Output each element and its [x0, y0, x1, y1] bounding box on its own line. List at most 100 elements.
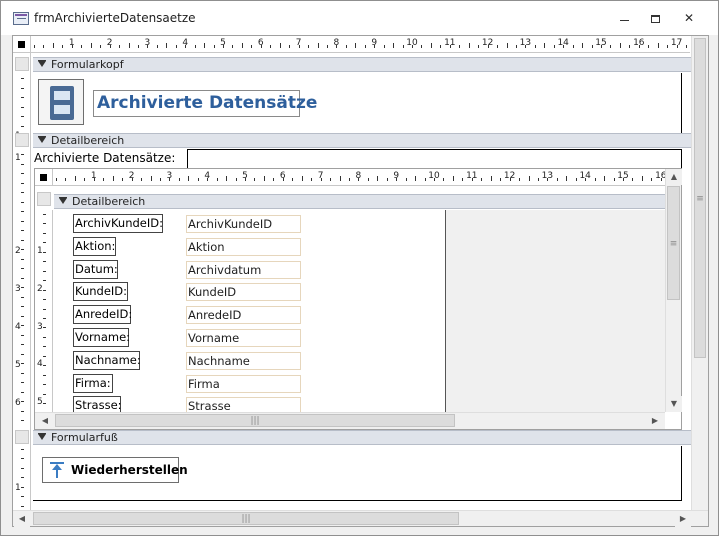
- ruler-number: 4: [182, 38, 189, 48]
- horizontal-ruler[interactable]: 1 2 3 4 5 6 7 8 9 10 11 12 13 14 15 16 17: [31, 36, 690, 53]
- ruler-tick: [490, 176, 492, 181]
- form-width-marker: [681, 73, 682, 133]
- window-title: frmArchivierteDatensaetze: [34, 11, 196, 25]
- subform-vertical-ruler[interactable]: 1 2 3 4 5: [35, 210, 53, 412]
- subform-label[interactable]: Archivierte Datensätze:: [34, 150, 175, 166]
- restore-button-label: Wiederherstellen: [71, 463, 188, 477]
- archive-cabinet-icon[interactable]: [38, 79, 84, 125]
- form-design-window: frmArchivierteDatensaetze ✕ 1 2 3 4 5 6 7 8 9 10 1…: [0, 0, 719, 536]
- field-label[interactable]: Datum:: [73, 259, 118, 279]
- ruler-tick: [515, 45, 517, 48]
- scroll-thumb[interactable]: ≡: [667, 186, 680, 300]
- ruler-number: 4: [37, 359, 43, 370]
- field-textbox[interactable]: Firma: [186, 374, 301, 393]
- ruler-tick: [326, 45, 328, 48]
- ruler-tick: [270, 45, 272, 48]
- minimize-icon: [619, 20, 629, 21]
- ruler-tick: [21, 182, 24, 184]
- section-bar-detailbereich[interactable]: Detailbereich: [33, 133, 692, 148]
- ruler-tick: [43, 242, 46, 244]
- section-bar-formularkopf[interactable]: Formularkopf: [33, 57, 692, 72]
- ruler-tick: [65, 178, 67, 181]
- title-bar[interactable]: frmArchivierteDatensaetze ✕: [1, 1, 718, 35]
- field-label[interactable]: KundeID:: [73, 282, 128, 302]
- subform-horizontal-scrollbar[interactable]: ◀ ||| ▶: [35, 412, 665, 429]
- field-textbox[interactable]: AnredeID: [186, 306, 301, 325]
- ruler-number: 6: [279, 171, 286, 181]
- close-button[interactable]: ✕: [675, 9, 703, 27]
- ruler-number: 11: [444, 38, 456, 48]
- scroll-up-button[interactable]: ▲: [666, 169, 682, 185]
- ruler-tick: [226, 176, 228, 181]
- restore-arrow-icon: [50, 462, 64, 478]
- close-icon: ✕: [683, 11, 695, 25]
- ruler-tick: [156, 45, 158, 48]
- ruler-tick: [443, 178, 445, 181]
- field-label[interactable]: ArchivKundeID:: [73, 214, 163, 233]
- minimize-button[interactable]: [610, 9, 638, 27]
- maximize-button[interactable]: [641, 9, 669, 27]
- header-section-selector[interactable]: [15, 57, 29, 71]
- ruler-tick: [273, 178, 275, 181]
- ruler-number: 1: [68, 38, 75, 48]
- subform-vertical-scrollbar[interactable]: ▲ ≡ ▼: [665, 169, 682, 412]
- ruler-tick: [21, 87, 24, 89]
- subform-selector[interactable]: [35, 169, 53, 186]
- field-textbox[interactable]: Nachname: [186, 351, 301, 370]
- field-textbox[interactable]: ArchivKundeID: [186, 215, 301, 233]
- ruler-tick: [279, 43, 281, 48]
- scroll-thumb[interactable]: |||: [55, 414, 455, 427]
- ruler-tick: [21, 306, 24, 307]
- subform-section-bar-detailbereich[interactable]: Detailbereich: [54, 194, 665, 209]
- field-textbox[interactable]: Archivdatum: [186, 260, 301, 279]
- ruler-tick: [629, 45, 631, 48]
- section-bar-formularfuss[interactable]: Formularfuß: [33, 430, 692, 445]
- form-title-label[interactable]: Archivierte Datensätze: [93, 90, 317, 117]
- scroll-left-button[interactable]: ◀: [37, 413, 53, 429]
- ruler-tick: [175, 45, 177, 48]
- collapse-arrow-icon: [38, 136, 47, 145]
- field-label[interactable]: Firma:: [73, 373, 113, 393]
- horizontal-scrollbar[interactable]: ◀ ||| ▶: [13, 510, 708, 527]
- scroll-right-button[interactable]: ▶: [675, 511, 691, 527]
- field-label[interactable]: Nachname:: [73, 350, 141, 370]
- ruler-tick: [43, 261, 46, 263]
- ruler-tick: [21, 344, 24, 345]
- ruler-tick: [21, 277, 24, 279]
- ruler-number: 14: [557, 38, 569, 48]
- ruler-tick: [216, 178, 218, 181]
- ruler-tick: [345, 45, 347, 48]
- subform-horizontal-ruler[interactable]: 12345678910111213141516: [53, 169, 665, 186]
- vertical-scrollbar[interactable]: ≡: [691, 36, 708, 510]
- field-label[interactable]: Aktion:: [73, 236, 116, 256]
- ruler-tick: [21, 363, 24, 364]
- scroll-right-button[interactable]: ▶: [647, 413, 663, 429]
- field-textbox[interactable]: Aktion: [186, 237, 301, 256]
- ruler-tick: [21, 420, 24, 421]
- ruler-tick: [632, 178, 634, 181]
- scroll-down-button[interactable]: ▼: [666, 396, 682, 412]
- field-label[interactable]: AnredeID:: [73, 305, 132, 325]
- detail-section-selector[interactable]: [15, 133, 29, 147]
- ruler-tick: [686, 45, 688, 48]
- scroll-thumb[interactable]: ≡: [694, 38, 706, 358]
- form-selector[interactable]: [13, 36, 31, 53]
- ruler-tick: [21, 382, 24, 383]
- ruler-tick: [657, 43, 659, 48]
- subform-control[interactable]: 12345678910111213141516 12345 Detailbere…: [34, 168, 682, 430]
- ruler-tick: [594, 178, 596, 181]
- collapse-arrow-icon: [59, 197, 68, 206]
- subform-detail-selector[interactable]: [37, 192, 51, 206]
- ruler-tick: [112, 176, 114, 181]
- field-textbox[interactable]: KundeID: [186, 283, 301, 302]
- restore-button[interactable]: Wiederherstellen: [42, 457, 188, 483]
- scroll-left-button[interactable]: ◀: [14, 511, 30, 527]
- ruler-tick: [43, 251, 46, 253]
- scroll-thumb[interactable]: |||: [33, 512, 459, 525]
- field-textbox[interactable]: Vorname: [186, 329, 301, 347]
- field-label[interactable]: Vorname:: [73, 328, 130, 347]
- ruler-tick: [330, 178, 332, 181]
- ruler-tick: [21, 477, 24, 478]
- ruler-tick: [613, 178, 615, 181]
- footer-section-selector[interactable]: [15, 430, 29, 444]
